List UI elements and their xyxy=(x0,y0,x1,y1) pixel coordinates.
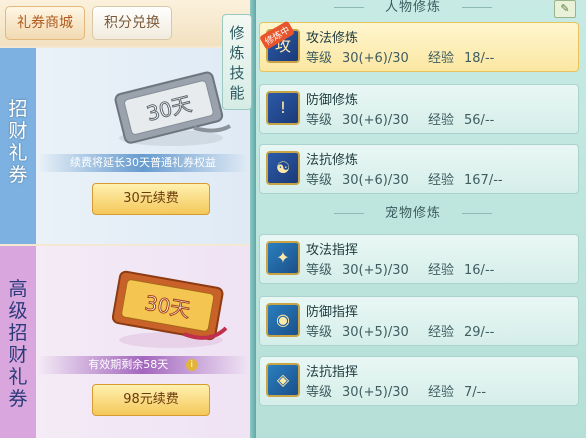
exp-label: 经验 xyxy=(428,263,455,278)
skill-item-attack[interactable]: 攻 修炼中 攻法修炼 等级 30(+6)/30 经验 18/-- xyxy=(259,20,579,72)
cultivation-panel: 人物修炼 ✎ 攻 修炼中 攻法修炼 等级 30(+6)/30 经验 18/-- ! … xyxy=(256,0,586,438)
coupon-card-premium-label: 高级招财礼券 xyxy=(8,278,28,410)
skill-exp: 经验 167/-- xyxy=(428,169,503,188)
level-value: 30(+5)/30 xyxy=(342,263,409,278)
info-icon[interactable]: i xyxy=(185,359,198,371)
renew-98-button[interactable]: 98元续费 xyxy=(92,384,210,416)
pet-resist-glyph: ◈ xyxy=(276,370,290,389)
defense-skill-glyph: ! xyxy=(279,98,287,117)
skill-level: 等级 30(+5)/30 xyxy=(306,321,409,340)
skill-name: 法抗修炼 xyxy=(306,153,359,168)
level-label: 等级 xyxy=(306,385,333,400)
level-label: 等级 xyxy=(306,325,333,340)
skill-exp: 经验 56/-- xyxy=(428,109,494,128)
skill-level: 等级 30(+5)/30 xyxy=(306,381,409,400)
coupon-panel: 礼券商城 积分兑换 招财礼券 30天 续费将延长30天普通礼券权益 30元续费 … xyxy=(0,0,250,438)
level-label: 等级 xyxy=(306,51,333,66)
exp-value: 29/-- xyxy=(464,325,495,340)
exp-value: 18/-- xyxy=(464,51,495,66)
exp-label: 经验 xyxy=(428,325,455,340)
level-value: 30(+6)/30 xyxy=(342,173,409,188)
silver-ticket-icon: 30天 xyxy=(114,71,231,146)
level-value: 30(+5)/30 xyxy=(342,325,409,340)
validity-note-text: 有效期剩余58天 xyxy=(88,358,169,371)
tab-bar: 礼券商城 积分兑换 xyxy=(0,0,250,46)
edit-icon[interactable]: ✎ xyxy=(554,0,576,18)
coupon-card-premium: 高级招财礼券 30天 有效期剩余58天 i 98元续费 xyxy=(0,246,250,438)
exp-value: 167/-- xyxy=(464,173,503,188)
skill-level: 等级 30(+6)/30 xyxy=(306,47,409,66)
exp-label: 经验 xyxy=(428,113,455,128)
validity-note: 有效期剩余58天 i xyxy=(38,356,248,374)
skill-name: 攻法修炼 xyxy=(306,31,359,46)
exp-value: 7/-- xyxy=(464,385,487,400)
pet-defense-glyph: ◉ xyxy=(276,310,290,329)
skill-name: 防御指挥 xyxy=(306,305,359,320)
resist-skill-glyph: ☯ xyxy=(275,158,291,177)
pet-resist-icon: ◈ xyxy=(266,363,300,397)
exp-label: 经验 xyxy=(428,51,455,66)
skill-level: 等级 30(+5)/30 xyxy=(306,259,409,278)
skill-level: 等级 30(+6)/30 xyxy=(306,169,409,188)
renewal-note: 续费将延长30天普通礼券权益 xyxy=(38,154,248,172)
skill-exp: 经验 7/-- xyxy=(428,381,486,400)
level-value: 30(+6)/30 xyxy=(342,113,409,128)
tab-cultivation-skills-label: 修炼技能 xyxy=(229,24,245,102)
exp-label: 经验 xyxy=(428,385,455,400)
level-label: 等级 xyxy=(306,173,333,188)
section-pet-header: 宠物修炼 xyxy=(334,204,492,224)
renew-30-button[interactable]: 30元续费 xyxy=(92,183,210,215)
skill-name: 攻法指挥 xyxy=(306,243,359,258)
exp-value: 56/-- xyxy=(464,113,495,128)
skill-name: 防御修炼 xyxy=(306,93,359,108)
gold-ticket-icon: 30天 xyxy=(111,270,228,348)
level-label: 等级 xyxy=(306,113,333,128)
level-value: 30(+6)/30 xyxy=(342,51,409,66)
coupon-card-premium-title: 高级招财礼券 xyxy=(0,278,36,410)
resist-skill-icon: ☯ xyxy=(266,151,300,185)
level-label: 等级 xyxy=(306,263,333,278)
coupon-card-basic: 招财礼券 30天 续费将延长30天普通礼券权益 30元续费 xyxy=(0,48,250,244)
skill-item-resist[interactable]: ☯ 法抗修炼 等级 30(+6)/30 经验 167/-- xyxy=(259,144,579,194)
pet-item-attack[interactable]: ✦ 攻法指挥 等级 30(+5)/30 经验 16/-- xyxy=(259,234,579,284)
coupon-card-basic-title: 招财礼券 xyxy=(0,98,36,186)
skill-item-defense[interactable]: ! 防御修炼 等级 30(+6)/30 经验 56/-- xyxy=(259,84,579,134)
skill-name: 法抗指挥 xyxy=(306,365,359,380)
defense-skill-icon: ! xyxy=(266,91,300,125)
pet-defense-icon: ◉ xyxy=(266,303,300,337)
tab-cultivation-skills[interactable]: 修炼技能 xyxy=(222,14,252,110)
tab-coupon-shop[interactable]: 礼券商城 xyxy=(5,6,85,40)
section-person-header: 人物修炼 xyxy=(334,0,492,18)
coupon-card-basic-label: 招财礼券 xyxy=(8,98,28,186)
tab-points-exchange[interactable]: 积分兑换 xyxy=(92,6,172,40)
app-root: 礼券商城 积分兑换 招财礼券 30天 续费将延长30天普通礼券权益 30元续费 … xyxy=(0,0,586,438)
pet-attack-glyph: ✦ xyxy=(276,248,290,267)
skill-exp: 经验 18/-- xyxy=(428,47,494,66)
skill-exp: 经验 29/-- xyxy=(428,321,494,340)
exp-label: 经验 xyxy=(428,173,455,188)
pet-item-defense[interactable]: ◉ 防御指挥 等级 30(+5)/30 经验 29/-- xyxy=(259,296,579,346)
exp-value: 16/-- xyxy=(464,263,495,278)
pet-attack-icon: ✦ xyxy=(266,241,300,275)
level-value: 30(+5)/30 xyxy=(342,385,409,400)
skill-level: 等级 30(+6)/30 xyxy=(306,109,409,128)
pet-item-resist[interactable]: ◈ 法抗指挥 等级 30(+5)/30 经验 7/-- xyxy=(259,356,579,406)
skill-exp: 经验 16/-- xyxy=(428,259,494,278)
